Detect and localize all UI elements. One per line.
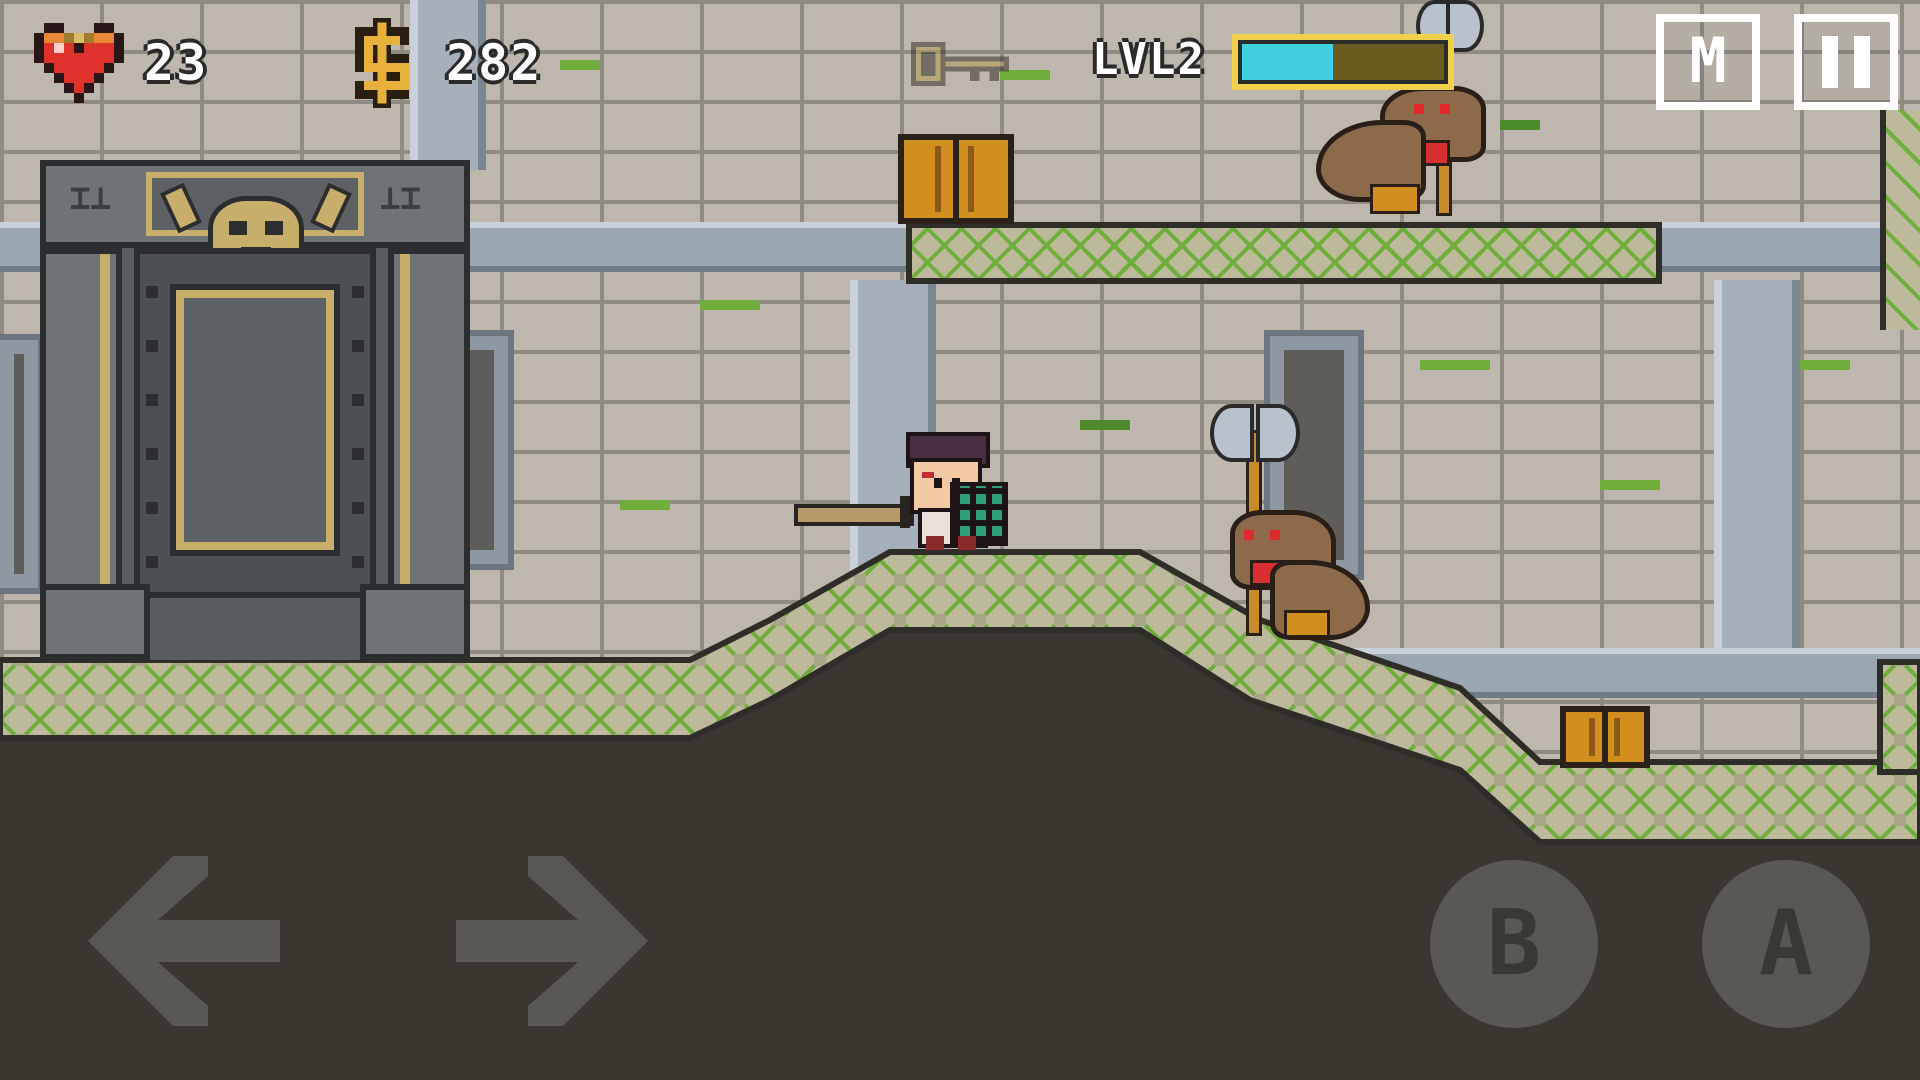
map-button[interactable]: M	[1656, 14, 1760, 110]
rune-glyph-left: ⌶⊥	[70, 178, 111, 218]
b-button[interactable]: B	[1430, 860, 1598, 1028]
a-button-label: A	[1758, 891, 1814, 996]
game-viewport: ⌶⊥ ⊥⌶ 23 282 LVL2 M B A	[0, 0, 1920, 1080]
arrow-right-icon	[456, 856, 648, 1026]
wooden-crate[interactable]	[898, 134, 1014, 224]
door-base-right	[360, 584, 470, 660]
rune-glyph-right: ⊥⌶	[380, 178, 421, 218]
door-rivet	[352, 340, 364, 352]
coins-value: 282	[446, 34, 543, 92]
arrow-left-icon	[88, 856, 280, 1026]
door-base-left	[40, 584, 150, 660]
health-value: 23	[144, 34, 209, 92]
door-rivet	[146, 556, 158, 568]
door-rivet	[146, 340, 158, 352]
door-rivet	[146, 502, 158, 514]
door-rivet	[146, 448, 158, 460]
move-left-button[interactable]	[88, 856, 288, 1026]
hero-swordsman	[790, 432, 1010, 552]
door-panel	[170, 284, 340, 556]
door-rivet	[146, 394, 158, 406]
level-label: LVL2	[1092, 34, 1206, 85]
heart-icon	[34, 23, 124, 103]
key-icon	[911, 42, 1009, 86]
xp-bar-fill	[1242, 44, 1333, 80]
door-rivet	[146, 286, 158, 298]
door-rivet	[352, 286, 364, 298]
door-rivet	[352, 502, 364, 514]
move-right-button[interactable]	[448, 856, 648, 1026]
werewolf-axe-ground	[1200, 400, 1400, 640]
a-button[interactable]: A	[1702, 860, 1870, 1028]
b-button-label: B	[1486, 891, 1542, 996]
pause-button[interactable]	[1794, 14, 1898, 110]
door-rivet	[352, 556, 364, 568]
xp-progress-bar	[1232, 34, 1454, 90]
map-button-label: M	[1689, 24, 1727, 97]
door-rivet	[352, 448, 364, 460]
door-column-left	[40, 248, 122, 590]
door-column-right	[388, 248, 470, 590]
dollar-coin-icon	[355, 18, 409, 108]
wooden-crate[interactable]	[1560, 706, 1650, 768]
door-rivet	[352, 394, 364, 406]
pause-icon	[1822, 36, 1870, 88]
